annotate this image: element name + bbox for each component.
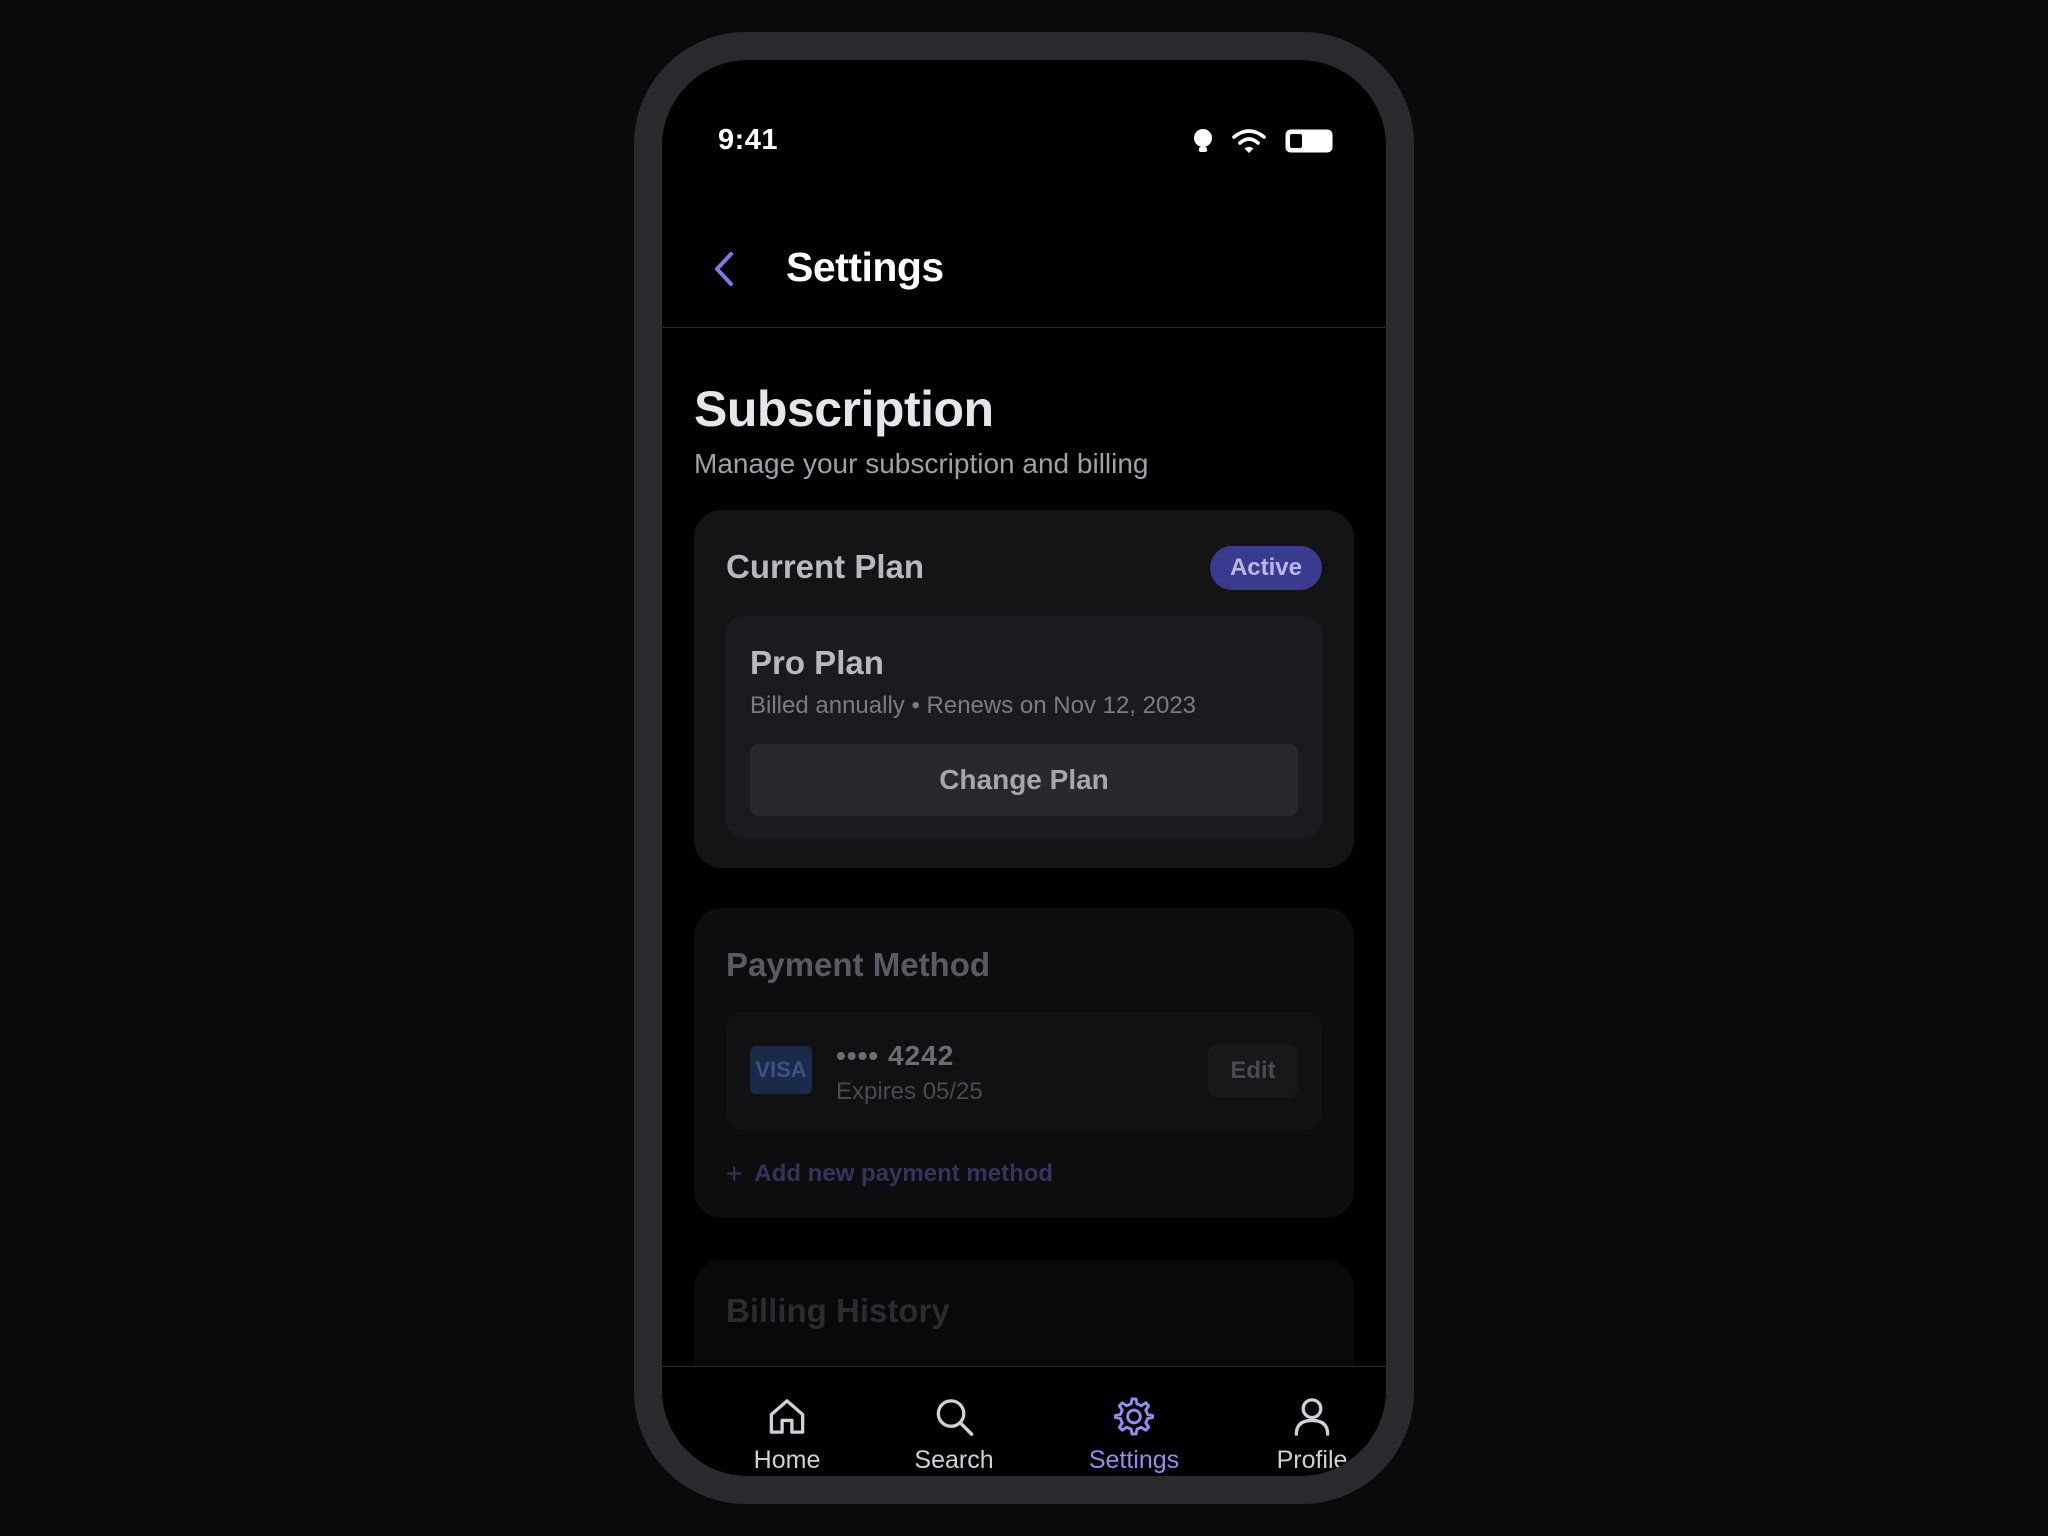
- user-icon: [1294, 1398, 1330, 1436]
- search-icon: [936, 1399, 974, 1436]
- billing-history-title: Billing History: [726, 1292, 950, 1329]
- tab-bar: Home Search Settings Profile: [662, 1366, 1386, 1476]
- card-expiry: Expires 05/25: [836, 1078, 983, 1105]
- tab-profile[interactable]: Profile: [1242, 1395, 1382, 1475]
- back-chevron-icon[interactable]: [702, 246, 748, 292]
- battery-icon: [1285, 129, 1333, 153]
- phone-screen: 9:41 Settings Subscription Manage your s…: [662, 60, 1386, 1476]
- main-content[interactable]: Subscription Manage your subscription an…: [662, 330, 1386, 1396]
- tab-settings-label: Settings: [1088, 1446, 1180, 1474]
- location-dot-icon: [1194, 129, 1212, 152]
- tab-home-label: Home: [753, 1446, 821, 1474]
- saved-card-row: VISA •••• 4242 Expires 05/25 Edit: [726, 1012, 1322, 1130]
- status-badge: Active: [1209, 546, 1322, 590]
- tab-home[interactable]: Home: [717, 1395, 857, 1475]
- current-plan-title: Current Plan: [726, 548, 925, 585]
- home-icon: [769, 1399, 805, 1434]
- plan-name: Pro Plan: [750, 644, 884, 681]
- nav-header: Settings: [662, 210, 1386, 328]
- status-time: 9:41: [718, 124, 779, 156]
- change-plan-button[interactable]: Change Plan: [750, 744, 1298, 816]
- card-number: •••• 4242: [836, 1040, 955, 1071]
- tab-profile-label: Profile: [1276, 1446, 1348, 1474]
- page-title: Subscription: [694, 381, 994, 437]
- plus-icon: +: [726, 1158, 743, 1189]
- payment-method-card: Payment Method VISA •••• 4242 Expires 05…: [694, 908, 1354, 1218]
- tab-settings[interactable]: Settings: [1064, 1395, 1204, 1475]
- payment-method-title: Payment Method: [726, 946, 991, 983]
- status-bar: 9:41: [662, 60, 1386, 170]
- edit-card-button[interactable]: Edit: [1208, 1044, 1298, 1098]
- gear-icon: [1113, 1397, 1155, 1436]
- visa-card-icon: VISA: [750, 1046, 812, 1094]
- wifi-icon: [1232, 129, 1266, 153]
- current-plan-card: Current Plan Active Pro Plan Billed annu…: [694, 510, 1354, 868]
- plan-billing-info: Billed annually • Renews on Nov 12, 2023: [750, 692, 1197, 719]
- status-icons: [1192, 128, 1334, 154]
- tab-search[interactable]: Search: [884, 1395, 1024, 1475]
- tab-search-label: Search: [914, 1446, 994, 1474]
- phone-frame: 9:41 Settings Subscription Manage your s…: [634, 32, 1414, 1504]
- header-title: Settings: [786, 244, 944, 290]
- page-subtitle: Manage your subscription and billing: [694, 448, 1149, 479]
- plan-details: Pro Plan Billed annually • Renews on Nov…: [726, 616, 1322, 838]
- add-payment-method-link[interactable]: + Add new payment method: [726, 1158, 1053, 1190]
- add-payment-method-label: Add new payment method: [754, 1160, 1054, 1187]
